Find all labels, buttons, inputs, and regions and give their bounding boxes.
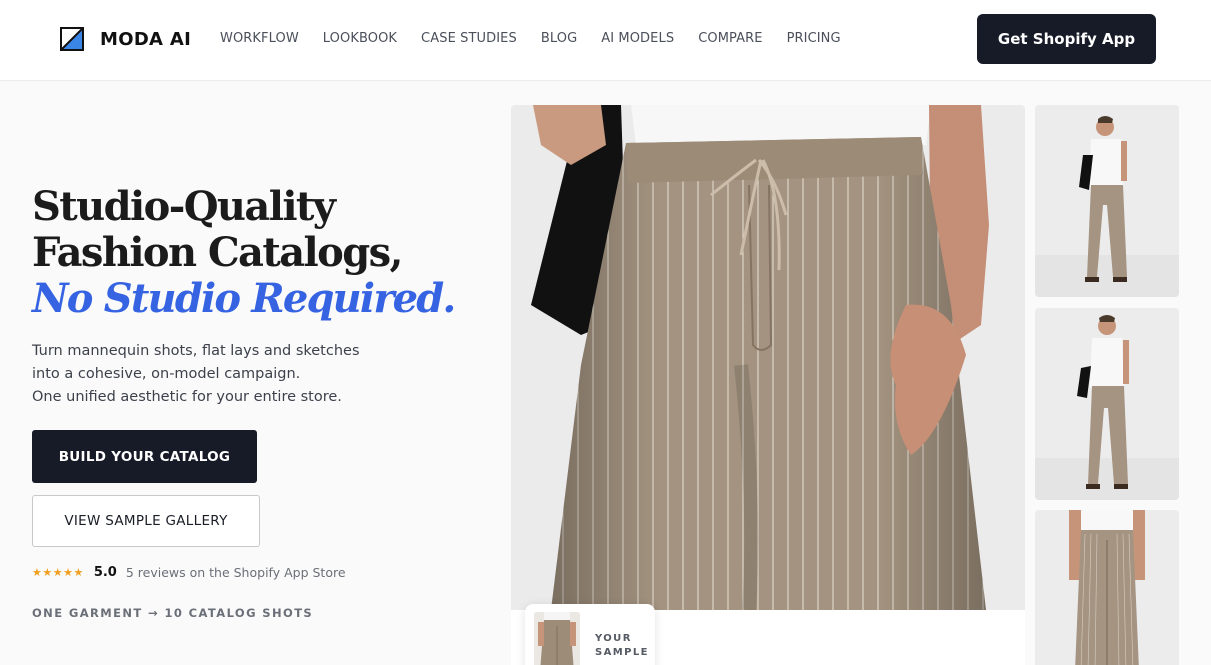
nav-case-studies[interactable]: CASE STUDIES — [421, 31, 517, 46]
your-sample-label: YOUR SAMPLE — [595, 632, 655, 660]
nav-compare[interactable]: COMPARE — [698, 31, 762, 46]
main-product-photo — [511, 105, 1025, 610]
gallery-thumbnail-1[interactable] — [1035, 105, 1179, 297]
headline-line-1: Studio-Quality — [32, 183, 336, 230]
subtext-line-1: Turn mannequin shots, flat lays and sket… — [32, 343, 360, 359]
site-header: MODA AI WORKFLOW LOOKBOOK CASE STUDIES B… — [0, 0, 1211, 81]
rating-row: ★★★★★ 5.0 5 reviews on the Shopify App S… — [32, 565, 346, 580]
brand-name: MODA AI — [100, 28, 192, 50]
headline-line-2: Fashion Catalogs, — [32, 229, 403, 276]
hero-subtext: Turn mannequin shots, flat lays and sket… — [32, 340, 412, 409]
gallery-thumbnail-3[interactable] — [1035, 510, 1179, 665]
build-catalog-button[interactable]: BUILD YOUR CATALOG — [32, 430, 257, 483]
nav-workflow[interactable]: WORKFLOW — [220, 31, 299, 46]
pinstripe-trousers-closeup-image — [511, 105, 1025, 610]
trousers-closeup-thumbnail-image — [1035, 510, 1179, 665]
rating-score: 5.0 — [93, 565, 117, 580]
model-front-bag-image — [1035, 105, 1179, 297]
sample-label-line-1: YOUR — [595, 633, 632, 644]
get-shopify-app-button[interactable]: Get Shopify App — [977, 14, 1156, 64]
brand-logo[interactable]: MODA AI — [60, 27, 191, 51]
subtext-line-3: One unified aesthetic for your entire st… — [32, 389, 342, 405]
nav-lookbook[interactable]: LOOKBOOK — [323, 31, 397, 46]
hero-headline: Studio-Quality Fashion Catalogs, No Stud… — [32, 184, 472, 322]
sample-garment-image — [534, 612, 580, 665]
sample-thumbnail — [534, 612, 580, 665]
nav-ai-models[interactable]: AI MODELS — [601, 31, 674, 46]
hero-tagline: ONE GARMENT → 10 CATALOG SHOTS — [32, 606, 314, 620]
main-nav: WORKFLOW LOOKBOOK CASE STUDIES BLOG AI M… — [220, 31, 865, 46]
star-rating-icon: ★★★★★ — [32, 567, 84, 579]
rating-reviews-text: 5 reviews on the Shopify App Store — [125, 565, 346, 580]
view-sample-gallery-button[interactable]: VIEW SAMPLE GALLERY — [32, 495, 260, 547]
model-front-pose-image — [1035, 308, 1179, 500]
nav-pricing[interactable]: PRICING — [787, 31, 841, 46]
nav-blog[interactable]: BLOG — [541, 31, 577, 46]
sample-label-line-2: SAMPLE — [595, 647, 649, 658]
subtext-line-2: into a cohesive, on-model campaign. — [32, 366, 301, 382]
gallery-thumbnail-2[interactable] — [1035, 308, 1179, 500]
headline-accent: No Studio Required. — [32, 275, 456, 322]
square-diagonal-logo-icon — [60, 27, 84, 51]
your-sample-card[interactable]: YOUR SAMPLE — [525, 604, 655, 665]
